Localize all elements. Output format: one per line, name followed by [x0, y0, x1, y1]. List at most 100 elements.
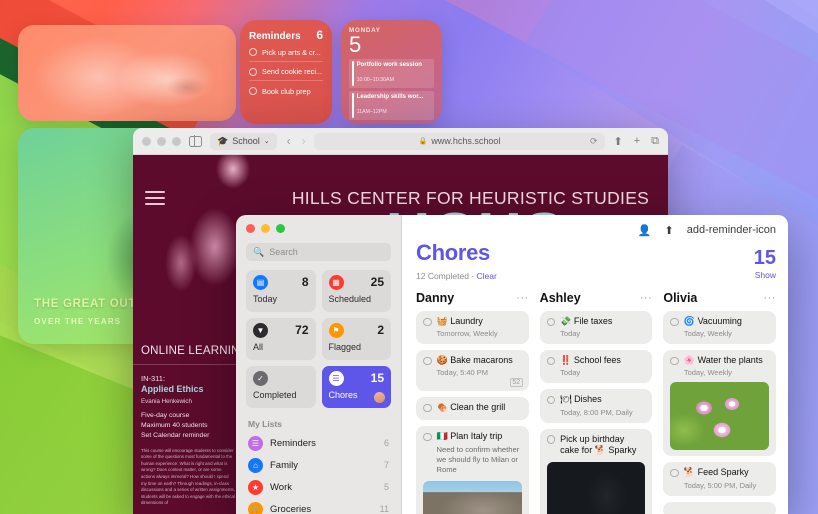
reminder-item[interactable]: 🍪 Bake macarons Today, 5:40 PM 52	[416, 350, 529, 392]
sidebar-item-work[interactable]: ★ Work 5	[246, 476, 391, 498]
checkbox-circle-icon[interactable]	[546, 317, 556, 326]
reload-icon[interactable]: ⟳	[590, 136, 598, 147]
checkbox-circle-icon[interactable]	[546, 435, 556, 444]
reminder-attachment-badge[interactable]: 52	[509, 378, 523, 388]
reminder-title: Clean the grill	[450, 402, 506, 413]
add-person-icon[interactable]: 👤	[638, 224, 652, 237]
sidebar-item-label: Work	[270, 481, 292, 493]
checkbox-circle-icon[interactable]	[249, 87, 257, 95]
reminders-column-ashley: Ashley ··· 💸 File taxes Today ‼️ School …	[539, 291, 653, 514]
tab-overview-icon[interactable]: ⧉	[651, 135, 659, 148]
sidebar-item-reminders[interactable]: ☰ Reminders 6	[246, 432, 391, 454]
reminder-item[interactable]: ‼️ School fees Today	[539, 350, 653, 384]
checkbox-circle-icon[interactable]	[546, 356, 556, 366]
column-title: Olivia	[663, 291, 698, 305]
reminder-photo-dog[interactable]	[546, 461, 646, 514]
smart-list-scheduled[interactable]: ▦ 25 Scheduled	[321, 270, 391, 312]
column-more-icon[interactable]: ···	[516, 292, 529, 304]
course-description: This course will encourage students to c…	[141, 447, 235, 506]
forward-button[interactable]: ›	[302, 134, 306, 148]
checkbox-circle-icon[interactable]	[423, 317, 432, 326]
reminder-photo-italy[interactable]	[423, 480, 522, 514]
checkbox-circle-icon[interactable]	[249, 48, 257, 56]
sidebar-item-groceries[interactable]: 🛒 Groceries 11	[246, 498, 391, 514]
column-more-icon[interactable]: ···	[764, 292, 777, 304]
chevron-down-icon[interactable]: ⌄	[264, 137, 270, 145]
reminders-widget-item-label: Send cookie reci...	[262, 67, 323, 76]
reminders-widget-item[interactable]: Send cookie reci...	[249, 62, 323, 81]
event-color-bar	[352, 61, 354, 87]
reminder-emoji: 🍖	[436, 402, 448, 413]
new-tab-icon[interactable]: +	[634, 135, 640, 147]
sidebar-item-count: 6	[383, 438, 389, 448]
close-button[interactable]	[142, 136, 151, 146]
reminder-item[interactable]: 🧺 Laundry Tomorrow, Weekly	[416, 311, 529, 345]
search-input[interactable]: 🔍 Search	[246, 243, 391, 261]
maximize-button[interactable]	[172, 136, 181, 146]
checkbox-circle-icon[interactable]	[670, 468, 679, 478]
reminder-item[interactable]: 🌸 Water the plants Today, Weekly	[663, 350, 777, 457]
reminder-item[interactable]: 🇮🇹 Plan Italy trip Need to confirm wheth…	[416, 426, 529, 514]
reminders-widget-item[interactable]: Pick up arts & cr...	[249, 42, 323, 62]
reminders-app-window[interactable]: 🔍 Search ▤ 8 Today ▦ 25 Scheduled ▼ 72 A…	[236, 215, 788, 514]
hamburger-menu-icon[interactable]	[145, 191, 165, 209]
reminders-widget-item[interactable]: Book club prep	[249, 81, 323, 100]
column-more-icon[interactable]: ···	[640, 292, 653, 304]
reminders-widget[interactable]: Reminders 6 Pick up arts & cr... Send co…	[240, 20, 332, 124]
reminder-title: School fees	[573, 355, 621, 366]
reminder-item[interactable]: 🐕 Feed Sparky Today, 5:00 PM, Daily	[663, 462, 777, 496]
show-completed-button[interactable]: Show	[754, 270, 776, 280]
window-traffic-lights[interactable]	[246, 224, 391, 233]
checkbox-circle-icon[interactable]	[670, 356, 679, 366]
clear-completed-button[interactable]: Clear	[477, 271, 497, 281]
add-reminder-icon[interactable]: add-reminder-icon	[687, 224, 776, 237]
smart-list-label: Flagged	[328, 342, 362, 352]
checkbox-circle-icon[interactable]	[249, 67, 257, 76]
checkbox-circle-icon[interactable]	[423, 356, 432, 366]
event-name: Portfolio work session	[356, 61, 422, 69]
safari-toolbar: 🎓 School ⌄ ‹ › 🔒 www.hchs.school ⟳ ⬆ + ⧉	[133, 128, 668, 155]
reminder-photo-flowers[interactable]	[670, 382, 770, 451]
photos-widget-dog[interactable]	[18, 25, 236, 121]
smart-list-today[interactable]: ▤ 8 Today	[246, 270, 316, 312]
reminder-item[interactable]: Pick up birthday cake for 🐕 Sparky	[539, 428, 653, 514]
close-button[interactable]	[246, 224, 255, 233]
window-traffic-lights[interactable]	[142, 136, 181, 146]
maximize-button[interactable]	[276, 224, 285, 233]
smart-list-all[interactable]: ▼ 72 All	[246, 318, 316, 360]
reminders-column-olivia: Olivia ··· 🌀 Vacuuming Today, Weekly 🌸 W…	[663, 291, 777, 514]
sidebar-item-count: 5	[383, 482, 389, 492]
reminder-title: Water the plants	[697, 355, 763, 366]
calendar-day-number: 5	[349, 32, 362, 57]
completed-status: 12 Completed · Clear	[416, 271, 776, 281]
share-icon[interactable]: ⬆	[665, 224, 674, 237]
back-button[interactable]: ‹	[287, 134, 291, 148]
home-icon: ⌂	[248, 457, 263, 473]
smart-list-flagged[interactable]: ⚑ 2 Flagged	[321, 318, 391, 360]
reminder-title: File taxes	[573, 316, 613, 326]
reminder-title: Vacuuming	[697, 316, 742, 326]
checkbox-circle-icon[interactable]	[423, 403, 432, 413]
share-icon[interactable]: ⬆	[613, 135, 622, 148]
course-author: Evania Henkewich	[141, 398, 192, 405]
smart-list-chores[interactable]: ☰ 15 Chores	[321, 366, 391, 408]
minimize-button[interactable]	[261, 224, 270, 233]
reminder-item[interactable]	[663, 501, 777, 514]
reminder-item[interactable]: 💸 File taxes Today	[539, 311, 653, 345]
minimize-button[interactable]	[157, 136, 166, 146]
address-bar[interactable]: 🔒 www.hchs.school ⟳	[313, 132, 606, 150]
checkbox-circle-icon[interactable]	[423, 432, 432, 442]
checkbox-circle-icon[interactable]	[670, 317, 679, 326]
sidebar-icon[interactable]	[189, 135, 202, 147]
sidebar-item-family[interactable]: ⌂ Family 7	[246, 454, 391, 476]
calendar-widget[interactable]: MONDAY 5 Portfolio work session 10:00–10…	[341, 20, 442, 124]
checkbox-circle-icon[interactable]	[546, 395, 556, 405]
calendar-event[interactable]: Portfolio work session 10:00–10:30AM	[349, 59, 434, 89]
smart-list-count: 8	[301, 275, 309, 289]
smart-list-completed[interactable]: ✓ Completed	[246, 366, 316, 408]
safari-tab-school[interactable]: 🎓 School ⌄	[210, 132, 277, 150]
reminder-item[interactable]: 🌀 Vacuuming Today, Weekly	[663, 311, 777, 345]
calendar-event[interactable]: Leadership skills wor... 11AM–12PM	[349, 91, 434, 121]
reminder-item[interactable]: 🍖 Clean the grill	[416, 397, 529, 421]
reminder-item[interactable]: 🍽 Dishes Today, 8:00 PM, Daily	[539, 389, 653, 423]
